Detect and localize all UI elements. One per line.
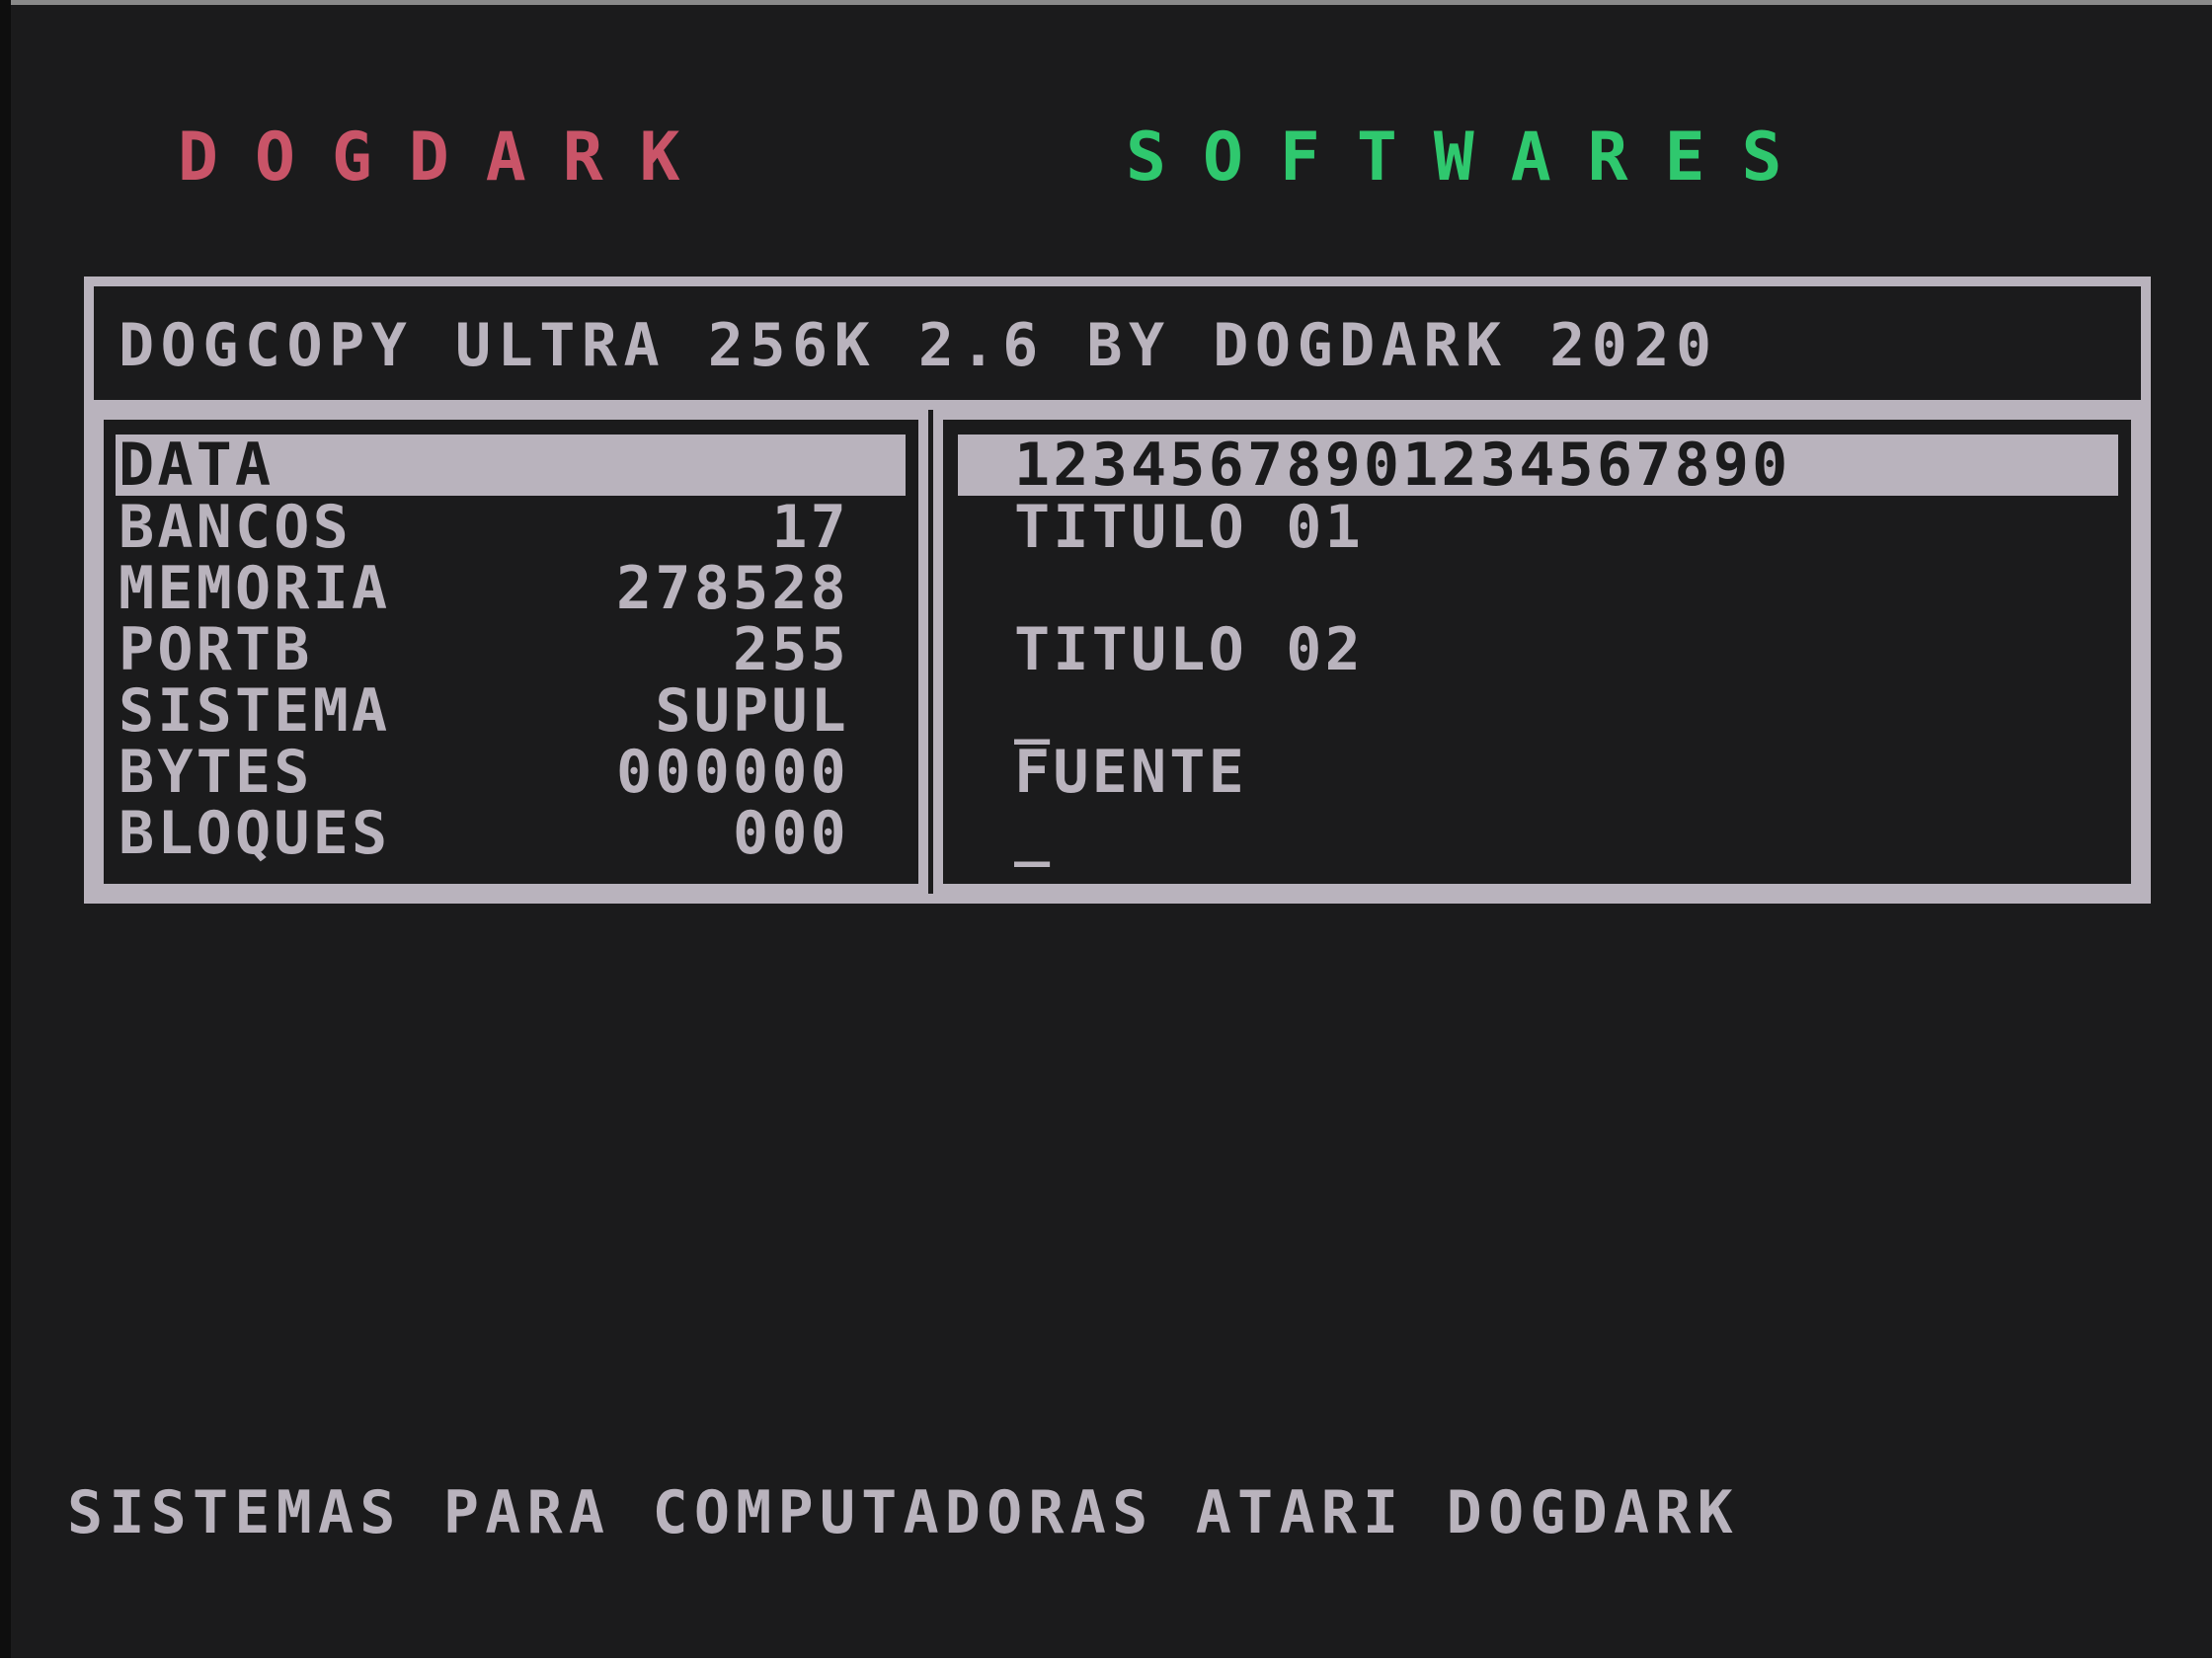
menu-item-data-row[interactable]: DATA (118, 435, 849, 496)
program-title: DOGCOPY ULTRA 256K 2.6 BY DOGDARK 2020 (118, 311, 1718, 380)
titulo-02-cursor[interactable]: _ (1014, 680, 1053, 742)
titulo-01-field[interactable]: TITULO 01 (1014, 497, 1364, 558)
info-label: MEMORIA (118, 554, 391, 623)
info-label: PORTB (118, 615, 313, 684)
info-label: BYTES (118, 738, 313, 807)
info-label: BANCOS (118, 493, 352, 562)
info-value: 278528 (616, 554, 849, 623)
info-value: 17 (771, 493, 849, 562)
fuente-field[interactable]: FUENTE (1014, 742, 1247, 803)
info-row-bancos: BANCOS 17 (118, 497, 849, 558)
info-row-portb: PORTB 255 (118, 619, 849, 680)
info-value: SUPUL (655, 676, 849, 746)
info-value: 255 (733, 615, 849, 684)
info-value: 000000 (616, 738, 849, 807)
info-row-memoria: MEMORIA 278528 (118, 558, 849, 619)
info-row-bloques: BLOQUES 000 (118, 803, 849, 864)
info-value: 000 (733, 799, 849, 868)
fuente-cursor[interactable]: _ (1014, 803, 1053, 864)
title-divider (94, 400, 2141, 410)
left-border-line (0, 0, 11, 1660)
footer-credit: SISTEMAS PARA COMPUTADORAS ATARI DOGDARK (67, 1478, 1739, 1547)
info-row-bytes: BYTES 000000 (118, 742, 849, 803)
brand-softwares: SOFTWARES (1126, 119, 1819, 197)
top-border-line (0, 0, 2212, 5)
atari-screen: DOGDARK SOFTWARES DOGCOPY ULTRA 256K 2.6… (0, 0, 2212, 1660)
info-label: SISTEMA (118, 676, 391, 746)
info-label: BLOQUES (118, 799, 391, 868)
brand-dogdark: DOGDARK (178, 119, 717, 197)
menu-item-data-label: DATA (118, 431, 275, 500)
titulo-02-field[interactable]: TITULO 02 (1014, 619, 1364, 680)
info-row-sistema: SISTEMA SUPUL (118, 680, 849, 742)
column-ruler: 12345678901234567890 (1014, 431, 1791, 500)
